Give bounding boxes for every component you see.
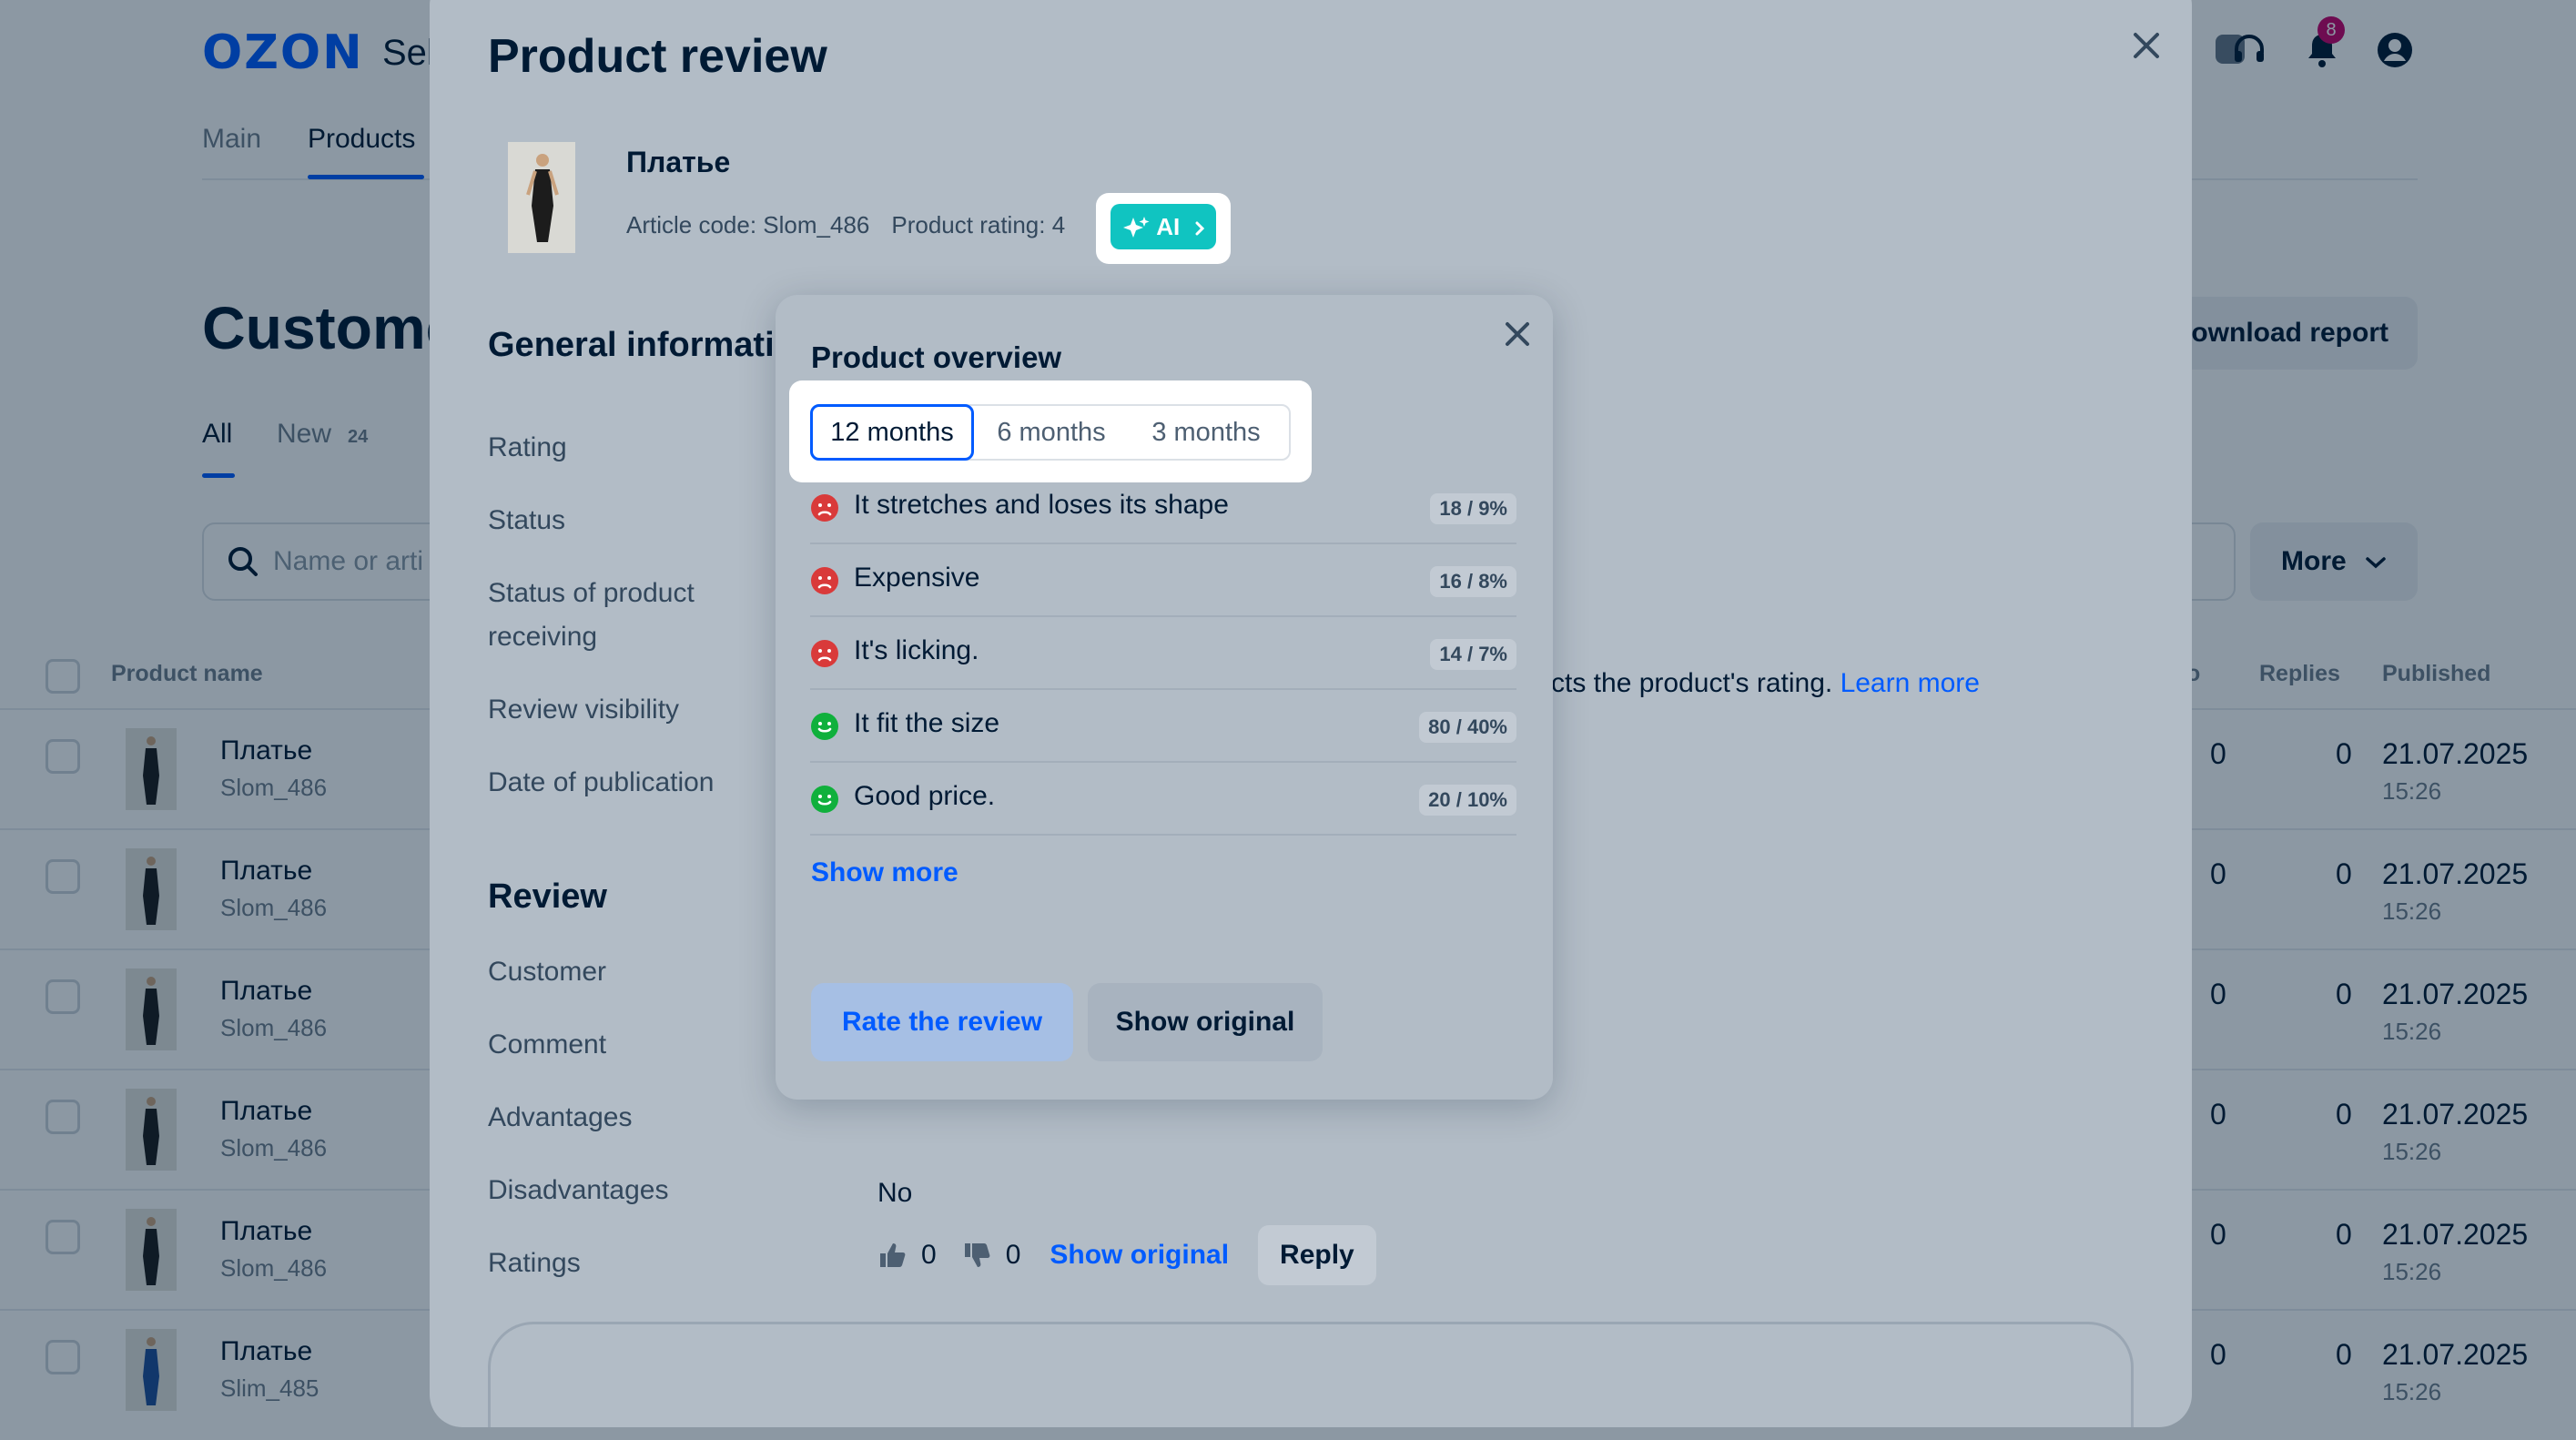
insight-stat: 20 / 10% — [1419, 785, 1516, 816]
overview-title: Product overview — [811, 340, 1062, 374]
sad-face-icon — [811, 494, 838, 522]
reply-button[interactable]: Reply — [1258, 1225, 1376, 1285]
insight-item[interactable]: It fit the size 80 / 40% — [810, 690, 1516, 763]
disadvantages-value: No — [877, 1178, 913, 1208]
happy-face-icon — [811, 786, 838, 813]
field-status: Status — [488, 505, 566, 535]
field-status-receiving: Status of product receiving — [488, 578, 695, 652]
dislikes-count: 0 — [1005, 1240, 1021, 1270]
product-rating: Product rating: 4 — [891, 211, 1066, 238]
general-info-title: General informati — [488, 326, 775, 364]
review-ratings: 0 0 Show original Reply — [877, 1225, 1376, 1285]
visibility-text: cts the product's rating. — [1551, 668, 1833, 698]
insight-item[interactable]: It stretches and loses its shape 18 / 9% — [810, 472, 1516, 544]
insight-text: It's licking. — [854, 635, 979, 665]
likes-count: 0 — [921, 1240, 937, 1270]
period-3-months[interactable]: 3 months — [1129, 406, 1283, 459]
period-6-months[interactable]: 6 months — [974, 406, 1129, 459]
chevron-right-icon — [1195, 221, 1204, 236]
field-visibility: Review visibility — [488, 695, 680, 725]
ai-overview-button[interactable]: AI — [1111, 204, 1216, 249]
review-title: Review — [488, 877, 607, 916]
thumbs-up-icon[interactable] — [877, 1241, 907, 1270]
rate-review-button[interactable]: Rate the review — [811, 983, 1073, 1061]
sparkle-icon — [1123, 217, 1150, 238]
close-icon[interactable] — [1502, 319, 1533, 350]
period-selector: 12 months 6 months 3 months — [810, 404, 1291, 461]
visibility-note: cts the product's rating. Learn more — [1551, 668, 1980, 699]
field-date: Date of publication — [488, 767, 715, 797]
field-advantages: Advantages — [488, 1102, 633, 1132]
insight-stat: 16 / 8% — [1430, 566, 1516, 597]
show-original-link[interactable]: Show original — [1050, 1240, 1229, 1271]
ai-label: AI — [1156, 213, 1181, 240]
insight-stat: 14 / 7% — [1430, 639, 1516, 670]
insight-text: Expensive — [854, 563, 980, 593]
product-overview-popover: Product overview 12 months 6 months 3 mo… — [776, 295, 1553, 1100]
insight-text: Good price. — [854, 781, 996, 811]
show-more-link[interactable]: Show more — [811, 857, 958, 888]
product-name: Платье — [626, 146, 731, 178]
article-code: Article code: Slom_486 — [626, 211, 870, 238]
sad-face-icon — [811, 567, 838, 594]
reply-card — [488, 1322, 2134, 1427]
insight-item[interactable]: Good price. 20 / 10% — [810, 763, 1516, 836]
learn-more-link[interactable]: Learn more — [1841, 668, 1980, 698]
field-ratings: Ratings — [488, 1248, 581, 1278]
insight-stat: 80 / 40% — [1419, 712, 1516, 743]
field-rating: Rating — [488, 432, 567, 462]
modal-title: Product review — [488, 30, 827, 83]
insight-item[interactable]: Expensive 16 / 8% — [810, 544, 1516, 617]
field-customer: Customer — [488, 957, 607, 987]
field-comment: Comment — [488, 1029, 607, 1060]
insight-stat: 18 / 9% — [1430, 493, 1516, 524]
show-original-button[interactable]: Show original — [1088, 983, 1323, 1061]
product-meta: Article code: Slom_486 Product rating: 4 — [626, 211, 1065, 239]
thumbs-down-icon[interactable] — [962, 1241, 991, 1270]
insight-text: It fit the size — [854, 708, 1000, 738]
happy-face-icon — [811, 713, 838, 740]
field-disadvantages: Disadvantages — [488, 1175, 669, 1205]
product-image — [508, 142, 575, 253]
period-12-months[interactable]: 12 months — [810, 404, 974, 461]
close-icon[interactable] — [2128, 27, 2165, 64]
sad-face-icon — [811, 640, 838, 667]
insight-item[interactable]: It's licking. 14 / 7% — [810, 617, 1516, 690]
insight-text: It stretches and loses its shape — [854, 490, 1229, 520]
